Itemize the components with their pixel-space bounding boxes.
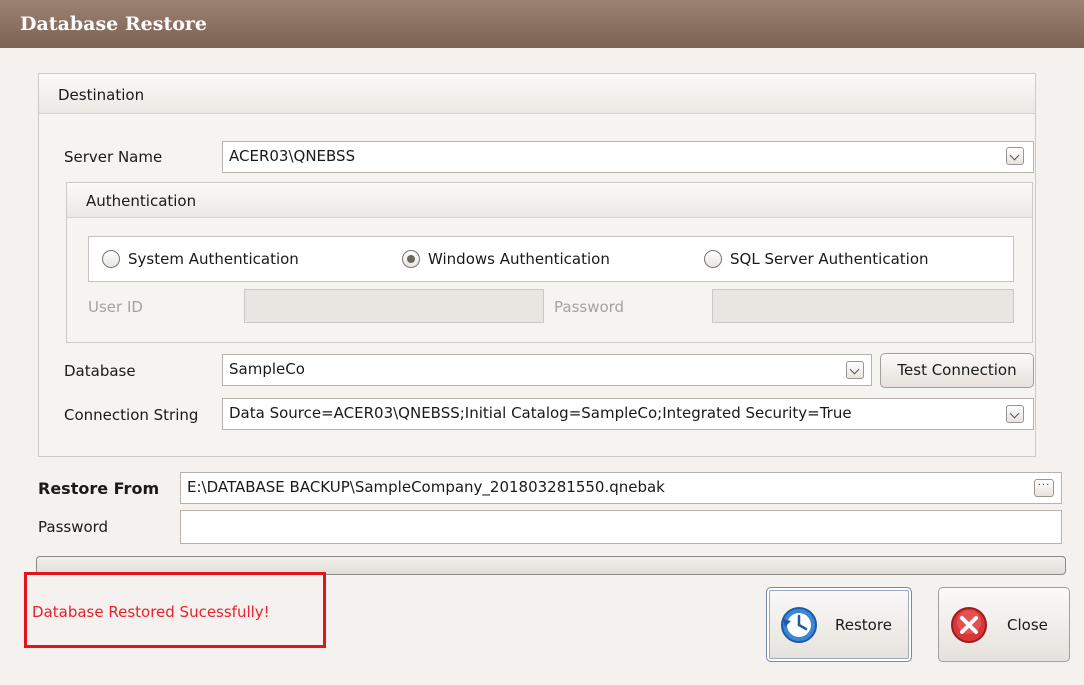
database-combo[interactable]: SampleCo (222, 354, 872, 386)
database-label: Database (64, 362, 136, 380)
user-id-input (244, 289, 544, 323)
test-connection-button[interactable]: Test Connection (880, 353, 1034, 388)
restore-button[interactable]: Restore (766, 587, 912, 662)
authentication-group-header (67, 183, 1032, 218)
database-dropdown-icon[interactable] (846, 361, 864, 379)
close-x-icon (951, 607, 987, 643)
authentication-header: Authentication (86, 192, 197, 210)
system-auth-label[interactable]: System Authentication (128, 250, 299, 268)
sql-server-auth-label[interactable]: SQL Server Authentication (730, 250, 929, 268)
windows-auth-label[interactable]: Windows Authentication (428, 250, 610, 268)
system-auth-radio[interactable] (102, 250, 120, 268)
test-connection-label: Test Connection (897, 361, 1017, 379)
auth-password-label: Password (554, 298, 625, 316)
close-button[interactable]: Close (938, 587, 1070, 662)
sql-server-auth-radio[interactable] (704, 250, 722, 268)
restore-from-input[interactable]: E:\DATABASE BACKUP\SampleCompany_2018032… (180, 472, 1062, 504)
auth-password-input (712, 289, 1014, 323)
server-name-dropdown-icon[interactable] (1006, 147, 1024, 165)
connection-string-combo[interactable]: Data Source=ACER03\QNEBSS;Initial Catalo… (222, 398, 1034, 430)
window-title: Database Restore (20, 13, 207, 35)
server-name-label: Server Name (64, 148, 163, 166)
browse-label: ··· (1037, 480, 1051, 491)
restore-from-value: E:\DATABASE BACKUP\SampleCompany_2018032… (187, 478, 665, 496)
destination-header: Destination (58, 86, 145, 104)
password-input[interactable] (180, 510, 1062, 544)
browse-ellipsis-icon[interactable]: ··· (1034, 479, 1054, 497)
connection-string-value: Data Source=ACER03\QNEBSS;Initial Catalo… (229, 404, 852, 422)
destination-group-header (39, 74, 1035, 114)
database-value: SampleCo (229, 360, 305, 378)
windows-auth-radio[interactable] (402, 250, 420, 268)
connection-string-dropdown-icon[interactable] (1006, 405, 1024, 423)
restore-from-label: Restore From (38, 479, 160, 498)
close-label: Close (1007, 616, 1048, 634)
title-bar: Database Restore (0, 0, 1084, 48)
user-id-label: User ID (88, 298, 143, 316)
status-message: Database Restored Sucessfully! (32, 603, 270, 621)
password-label: Password (38, 518, 109, 536)
server-name-combo[interactable]: ACER03\QNEBSS (222, 141, 1034, 173)
restore-clock-icon (781, 607, 817, 643)
server-name-value: ACER03\QNEBSS (229, 147, 356, 165)
restore-label: Restore (835, 616, 892, 634)
connection-string-label: Connection String (64, 406, 199, 424)
